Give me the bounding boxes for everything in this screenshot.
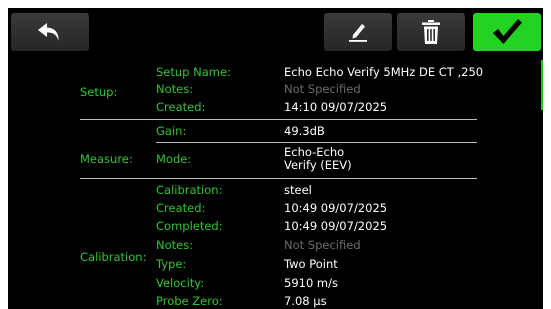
calibration-label: Calibration: xyxy=(156,183,223,197)
calibration-type-value: Two Point xyxy=(284,257,338,271)
mode-value-line2: Verify (EEV) xyxy=(284,158,352,172)
calibration-completed-value: 10:49 09/07/2025 xyxy=(284,219,388,233)
back-button[interactable] xyxy=(11,13,89,51)
calibration-notes-value: Not Specified xyxy=(284,238,361,252)
scrollbar-thumb[interactable] xyxy=(541,60,543,110)
velocity-value: 5910 m/s xyxy=(284,276,338,290)
calibration-created-value: 10:49 09/07/2025 xyxy=(284,201,388,215)
calibration-created-label: Created: xyxy=(156,201,206,215)
calibration-section-label: Calibration: xyxy=(80,250,147,264)
calibration-completed-label: Completed: xyxy=(156,219,223,233)
edit-button[interactable] xyxy=(324,13,392,51)
calibration-notes-label: Notes: xyxy=(156,238,194,252)
undo-arrow-icon xyxy=(38,23,59,41)
section-divider xyxy=(80,178,477,179)
setup-created-label: Created: xyxy=(156,100,206,114)
calibration-type-label: Type: xyxy=(156,257,187,271)
setup-notes-value: Not Specified xyxy=(284,82,361,96)
confirm-button[interactable] xyxy=(473,13,541,51)
trash-icon xyxy=(422,20,440,44)
setup-name-label: Setup Name: xyxy=(156,65,231,79)
measure-section-label: Measure: xyxy=(80,152,133,166)
calibration-value: steel xyxy=(284,183,312,197)
app-screen: Setup: Setup Name: Echo Echo Verify 5MHz… xyxy=(8,8,543,309)
setup-created-value: 14:10 09/07/2025 xyxy=(284,100,388,114)
probe-zero-value: 7.08 µs xyxy=(284,294,327,308)
setup-notes-label: Notes: xyxy=(156,82,194,96)
setup-name-value: Echo Echo Verify 5MHz DE CT ,250 xyxy=(284,65,484,79)
setup-section-label: Setup: xyxy=(80,85,118,99)
delete-button[interactable] xyxy=(397,13,465,51)
velocity-label: Velocity: xyxy=(156,276,205,290)
gain-label: Gain: xyxy=(156,124,187,138)
section-divider xyxy=(80,119,477,120)
pencil-edit-icon xyxy=(349,24,367,42)
gain-value: 49.3dB xyxy=(284,124,325,138)
probe-zero-label: Probe Zero: xyxy=(156,294,223,308)
mode-label: Mode: xyxy=(156,152,192,166)
row-divider xyxy=(156,142,477,143)
settings-summary: Setup: Setup Name: Echo Echo Verify 5MHz… xyxy=(8,56,543,309)
checkmark-icon xyxy=(493,19,522,44)
toolbar xyxy=(8,8,543,54)
